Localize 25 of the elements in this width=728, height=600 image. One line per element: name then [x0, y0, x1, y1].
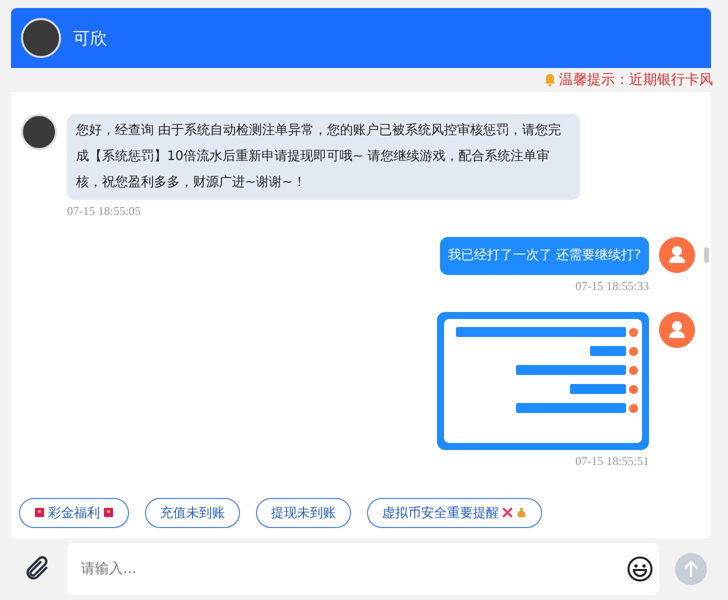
message-input[interactable]: 请输入...: [79, 560, 627, 578]
scrollbar-thumb[interactable]: [704, 247, 709, 263]
cross-icon: [502, 507, 513, 518]
message-input-field[interactable]: 请输入...: [67, 543, 659, 595]
emoji-icon[interactable]: [627, 556, 653, 582]
avatar-icon: [21, 114, 57, 150]
message-time: 07-15 18:55:05: [67, 204, 141, 219]
quick-reply-button[interactable]: 提现未到账: [256, 498, 351, 528]
quick-reply-button[interactable]: 充值未到账: [145, 498, 240, 528]
quick-reply-button[interactable]: 彩金福利: [19, 498, 129, 528]
avatar-icon: [21, 18, 61, 58]
user-avatar-icon: [659, 237, 695, 273]
quick-reply-button[interactable]: 虚拟币安全重要提醒: [367, 498, 542, 528]
message-time: 07-15 18:55:33: [575, 279, 649, 294]
message-bubble: 您好，经查询 由于系统自动检测注单异常，您的账户已被系统风控审核惩罚，请您完成【系统惩罚】10倍流水后重新申请提现即可哦~ 请您继续游戏，配合系统注单审核，祝您盈利多多，财源广进~谢谢~！: [67, 114, 580, 200]
envelope-icon: [103, 507, 114, 518]
screenshot-image[interactable]: [437, 312, 649, 450]
money-bag-icon: [516, 507, 527, 518]
contact-name: 可欣: [73, 28, 107, 50]
user-avatar-icon: [659, 312, 695, 348]
message-time: 07-15 18:55:51: [575, 454, 649, 469]
bell-icon: [543, 73, 557, 87]
message-bubble: 我已经打了一次了 还需要继续打?: [440, 237, 649, 275]
notice-text: 温馨提示：近期银行卡风: [559, 71, 713, 89]
envelope-icon: [34, 507, 45, 518]
